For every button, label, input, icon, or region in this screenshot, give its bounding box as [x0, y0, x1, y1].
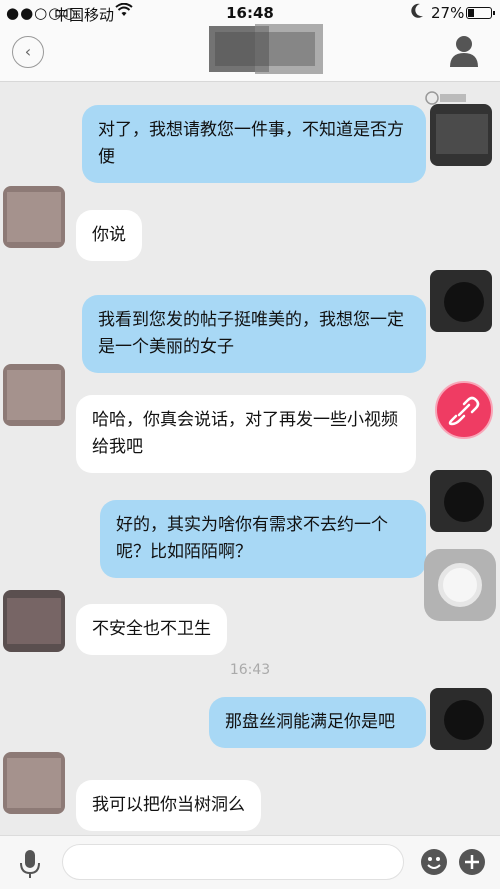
link-icon: [448, 396, 480, 426]
voice-input-button[interactable]: [16, 848, 44, 880]
do-not-disturb-icon: [410, 3, 424, 23]
message-outgoing[interactable]: 对了，我想请教您一件事，不知道是否方便: [82, 105, 426, 183]
assistive-touch-icon: [438, 563, 482, 607]
message-text: 不安全也不卫生: [92, 619, 211, 639]
my-avatar[interactable]: [430, 470, 492, 532]
message-outgoing[interactable]: 我看到您发的帖子挺唯美的，我想您一定是一个美丽的女子: [82, 295, 426, 373]
message-text: 我可以把你当树洞么: [92, 795, 245, 815]
contact-avatar[interactable]: [3, 364, 65, 426]
contact-name-redacted: [205, 18, 325, 78]
microphone-icon: [20, 850, 40, 878]
person-icon: [450, 36, 478, 67]
back-button[interactable]: ‹: [12, 36, 44, 68]
emoji-button[interactable]: [420, 848, 448, 876]
message-incoming[interactable]: 哈哈，你真会说话，对了再发一些小视频给我吧: [76, 395, 416, 473]
my-avatar[interactable]: [430, 104, 492, 166]
profile-button[interactable]: [448, 34, 480, 68]
contact-avatar[interactable]: [3, 752, 65, 814]
smiley-icon: [421, 849, 447, 875]
my-avatar[interactable]: [430, 270, 492, 332]
more-options-button[interactable]: [458, 848, 486, 876]
message-incoming[interactable]: 不安全也不卫生: [76, 604, 227, 655]
contact-avatar[interactable]: [3, 186, 65, 248]
my-avatar[interactable]: [430, 688, 492, 750]
message-text: 哈哈，你真会说话，对了再发一些小视频给我吧: [92, 410, 398, 457]
time-divider: 16:43: [229, 662, 271, 678]
contact-avatar[interactable]: [3, 590, 65, 652]
message-text: 对了，我想请教您一件事，不知道是否方便: [98, 120, 404, 167]
message-text: 你说: [92, 225, 126, 245]
message-incoming[interactable]: 你说: [76, 210, 142, 261]
read-receipt-icon: [424, 90, 468, 106]
input-bar: [0, 835, 500, 889]
floating-share-button[interactable]: [435, 381, 493, 439]
battery-percent: 27%: [431, 4, 465, 22]
assistive-touch-button[interactable]: [424, 549, 496, 621]
message-text: 我看到您发的帖子挺唯美的，我想您一定是一个美丽的女子: [98, 310, 404, 357]
message-text: 那盘丝洞能满足你是吧: [225, 712, 395, 732]
chat-header: ‹: [0, 24, 500, 82]
chevron-left-icon: ‹: [24, 42, 32, 61]
plus-icon: [459, 849, 485, 875]
message-outgoing[interactable]: 好的，其实为啥你有需求不去约一个呢？比如陌陌啊？: [100, 500, 426, 578]
message-input[interactable]: [62, 844, 404, 880]
battery-icon: [466, 7, 495, 19]
message-incoming[interactable]: 我可以把你当树洞么: [76, 780, 261, 831]
message-outgoing[interactable]: 那盘丝洞能满足你是吧: [209, 697, 426, 748]
message-text: 好的，其实为啥你有需求不去约一个呢？比如陌陌啊？: [116, 515, 388, 562]
